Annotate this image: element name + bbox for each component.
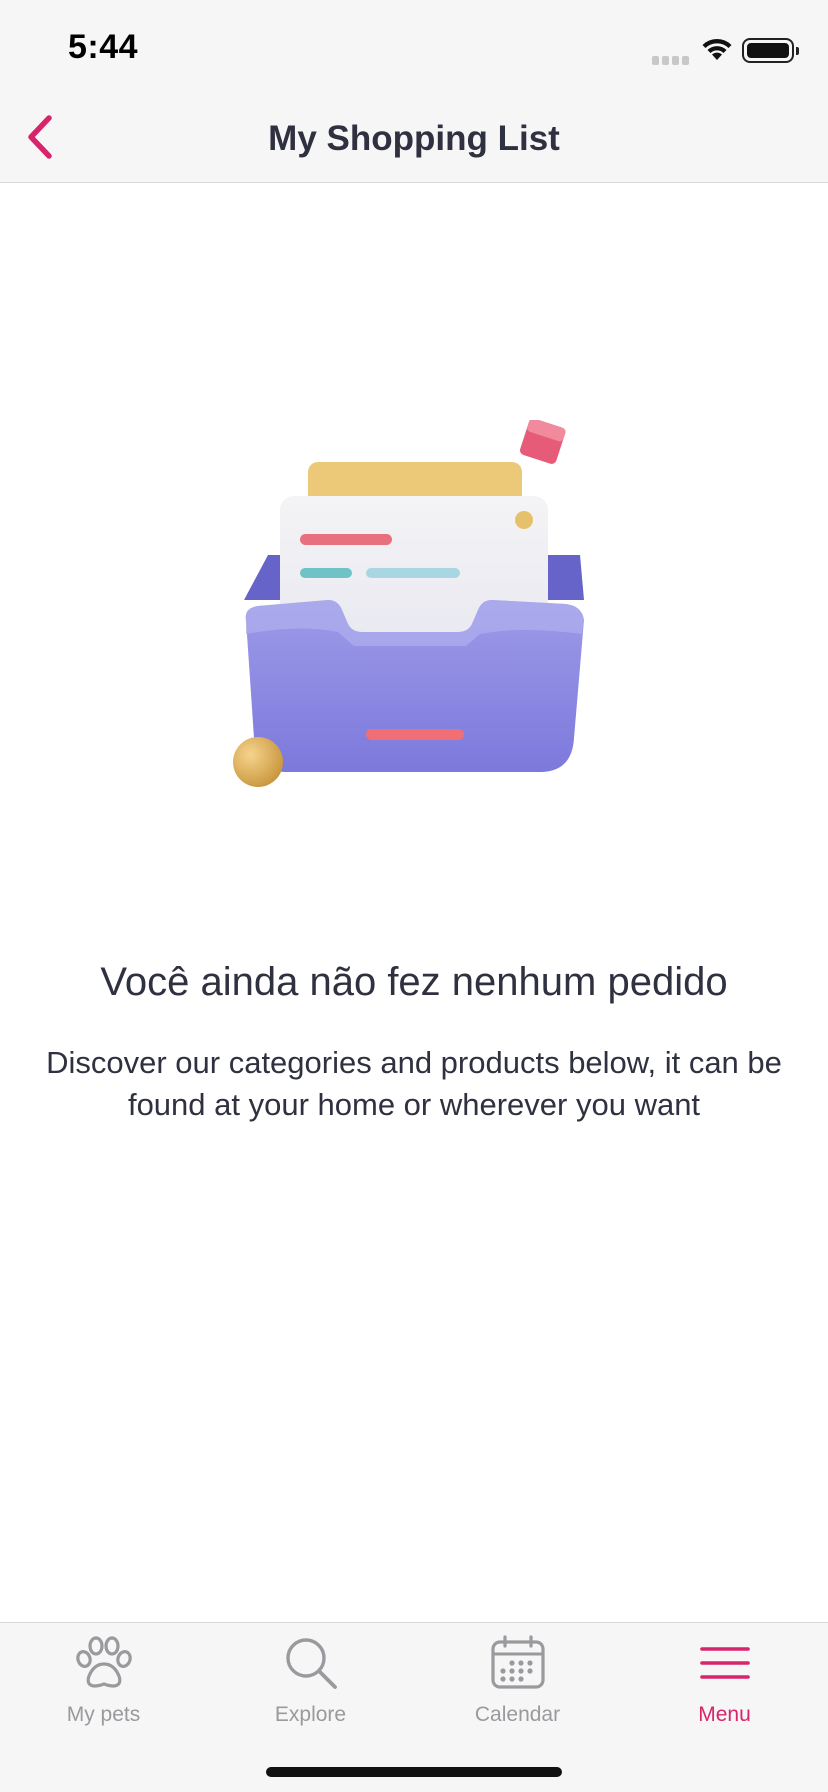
- tab-label: Explore: [274, 1703, 347, 1726]
- search-icon: [285, 1638, 337, 1689]
- hamburger-menu-icon: [699, 1647, 750, 1679]
- paw-icon: [75, 1636, 132, 1688]
- tab-menu[interactable]: Menu: [621, 1633, 828, 1743]
- tab-label: Menu: [698, 1703, 751, 1726]
- tab-label: Calendar: [474, 1703, 561, 1726]
- empty-inbox-tray-illustration: [220, 418, 600, 800]
- tab-calendar[interactable]: Calendar: [414, 1633, 621, 1743]
- empty-state-title: Você ainda não fez nenhum pedido: [100, 960, 728, 1004]
- battery-icon: [742, 38, 799, 63]
- page-title: My Shopping List: [268, 119, 560, 158]
- home-indicator: [266, 1767, 562, 1777]
- empty-state-description: Discover our categories and products bel…: [46, 1045, 782, 1122]
- tab-my-pets[interactable]: My pets: [0, 1633, 207, 1743]
- tab-label: My pets: [66, 1703, 141, 1726]
- navigation-bar: My Shopping List: [0, 95, 828, 183]
- calendar-icon: [490, 1635, 545, 1689]
- status-time: 5:44: [68, 28, 139, 66]
- wifi-icon: [700, 36, 734, 67]
- tab-explore[interactable]: Explore: [207, 1633, 414, 1743]
- cellular-signal-icon: [652, 52, 692, 65]
- tab-bar: My pets Explore Calendar Menu: [0, 1622, 828, 1792]
- status-bar: 5:44: [0, 0, 828, 95]
